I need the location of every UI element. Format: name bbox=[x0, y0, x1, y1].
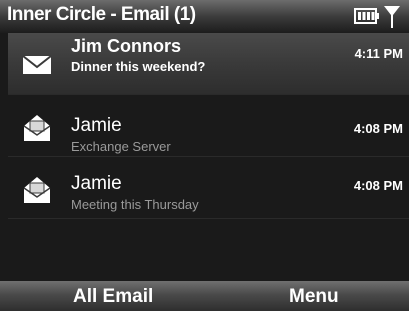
message-time: 4:11 PM bbox=[354, 46, 403, 61]
message-sender: Jamie bbox=[71, 115, 122, 136]
phone-screen: Inner Circle - Email (1) Jim Connors Din… bbox=[0, 0, 409, 311]
message-sender: Jim Connors bbox=[71, 36, 182, 56]
envelope-closed-icon bbox=[22, 55, 52, 74]
message-list: Jim Connors Dinner this weekend? 4:11 PM… bbox=[8, 33, 409, 281]
list-item[interactable]: Jamie Exchange Server 4:08 PM bbox=[8, 95, 409, 157]
soft-key-bar: All Email Menu bbox=[0, 281, 409, 311]
menu-button[interactable]: Menu bbox=[289, 286, 339, 308]
message-time: 4:08 PM bbox=[353, 178, 403, 193]
message-subject: Dinner this weekend? bbox=[71, 59, 206, 74]
message-subject: Exchange Server bbox=[71, 139, 171, 154]
envelope-open-icon bbox=[23, 115, 51, 141]
message-sender: Jamie bbox=[71, 173, 122, 194]
message-time: 4:08 PM bbox=[353, 121, 403, 136]
page-title: Inner Circle - Email (1) bbox=[7, 4, 196, 25]
envelope-open-icon bbox=[23, 177, 51, 203]
title-bar: Inner Circle - Email (1) bbox=[0, 0, 409, 33]
message-subject: Meeting this Thursday bbox=[71, 197, 199, 212]
signal-icon bbox=[384, 6, 400, 28]
list-item[interactable]: Jamie Meeting this Thursday 4:08 PM bbox=[8, 157, 409, 219]
battery-icon bbox=[354, 8, 379, 24]
all-email-button[interactable]: All Email bbox=[73, 286, 153, 308]
list-item[interactable]: Jim Connors Dinner this weekend? 4:11 PM bbox=[8, 33, 409, 95]
